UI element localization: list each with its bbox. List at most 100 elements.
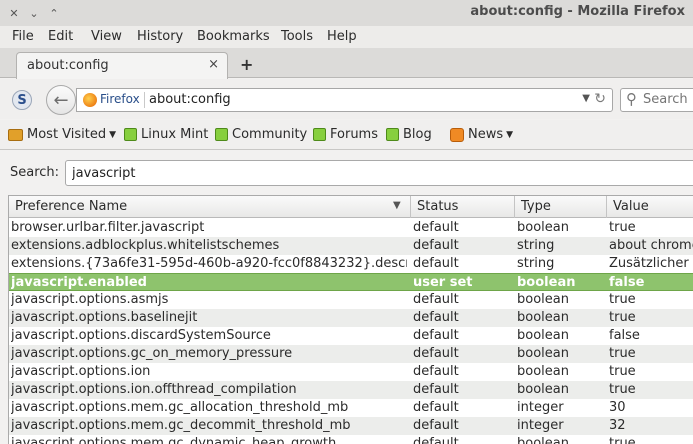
column-value[interactable]: Value: [607, 196, 693, 218]
menu-tools[interactable]: Tools: [281, 29, 313, 44]
mint-icon: [124, 128, 137, 141]
table-row[interactable]: javascript.options.asmjs default boolean tr…: [9, 291, 693, 309]
window-title: about:config - Mozilla Firefox: [470, 4, 685, 19]
bookmark-label: Community: [232, 127, 308, 142]
bookmark-linux-mint[interactable]: Linux Mint: [124, 127, 208, 142]
filter-label: Search:: [10, 165, 60, 180]
column-type[interactable]: Type: [515, 196, 607, 218]
about-config-page: Search: Preference Name ▼ Status Type Va…: [0, 151, 693, 444]
table-row[interactable]: javascript.options.ion default boolean true: [9, 363, 693, 381]
mint-icon: [313, 128, 326, 141]
cell-name: javascript.options.asmjs: [11, 292, 169, 307]
bookmarks-toolbar: Most Visited ▼ Linux Mint Community Foru…: [0, 120, 693, 150]
navigation-bar: S Firefox about:config ▼ ↻ ← ⚲: [0, 79, 693, 119]
table-row[interactable]: extensions.adblockplus.whitelistschemes d…: [9, 237, 693, 255]
cell-value: true: [609, 436, 636, 444]
column-preference-name[interactable]: Preference Name: [9, 196, 411, 218]
sync-icon[interactable]: S: [12, 90, 32, 110]
table-row[interactable]: javascript.options.mem.gc_allocation_thr…: [9, 399, 693, 417]
new-tab-button[interactable]: +: [240, 55, 253, 74]
cell-value: 32: [609, 418, 626, 433]
cell-name: browser.urlbar.filter.javascript: [11, 220, 205, 235]
cell-name: javascript.options.mem.gc_dynamic_heap_g…: [11, 436, 337, 444]
bookmark-label: Blog: [403, 127, 432, 142]
menu-history[interactable]: History: [137, 29, 183, 44]
menu-help[interactable]: Help: [327, 29, 357, 44]
cell-name: javascript.options.baselinejit: [11, 310, 198, 325]
cell-status: default: [413, 238, 459, 253]
cell-type: boolean: [517, 275, 576, 290]
url-text[interactable]: about:config: [149, 92, 231, 107]
tab-about-config[interactable]: about:config ×: [16, 52, 228, 79]
filter-input[interactable]: [65, 160, 693, 186]
menu-bar: File Edit View History Bookmarks Tools H…: [0, 26, 693, 48]
table-row[interactable]: javascript.options.baselinejit default boo…: [9, 309, 693, 327]
cell-name: extensions.{73a6fe31-595d-460b-a920-fcc0…: [11, 256, 407, 271]
cell-name: extensions.adblockplus.whitelistschemes: [11, 238, 280, 253]
cell-value: true: [609, 382, 636, 397]
chevron-down-icon: ▼: [109, 129, 117, 140]
identity-label[interactable]: Firefox: [100, 92, 140, 106]
cell-value: Zusätzlicher S: [609, 256, 693, 271]
web-search-box[interactable]: ⚲: [620, 88, 693, 112]
cell-type: boolean: [517, 220, 569, 235]
cell-name: javascript.options.discardSystemSource: [11, 328, 271, 343]
cell-value: true: [609, 364, 636, 379]
bookmark-forums[interactable]: Forums: [313, 127, 378, 142]
cell-status: default: [413, 256, 459, 271]
cell-status: default: [413, 220, 459, 235]
table-row[interactable]: javascript.enabled user set boolean false: [9, 273, 693, 291]
sort-icon[interactable]: ▼: [393, 200, 401, 211]
cell-name: javascript.options.ion.offthread_compila…: [11, 382, 297, 397]
cell-status: default: [413, 436, 459, 444]
back-button[interactable]: ←: [46, 85, 76, 115]
table-row[interactable]: javascript.options.mem.gc_decommit_thres…: [9, 417, 693, 435]
bookmark-label: Forums: [330, 127, 378, 142]
cell-value: false: [609, 275, 645, 290]
tab-strip: about:config ×: [0, 48, 693, 79]
bookmark-blog[interactable]: Blog: [386, 127, 432, 142]
cell-status: default: [413, 382, 459, 397]
url-dropdown-icon[interactable]: ▼: [582, 93, 590, 104]
cell-name: javascript.enabled: [11, 275, 147, 290]
tab-close-icon[interactable]: ×: [208, 57, 219, 72]
reload-icon[interactable]: ↻: [594, 91, 606, 107]
search-icon: ⚲: [626, 90, 637, 108]
bookmark-most-visited[interactable]: Most Visited ▼: [8, 127, 116, 142]
bookmark-community[interactable]: Community: [215, 127, 307, 142]
table-row[interactable]: extensions.{73a6fe31-595d-460b-a920-fcc0…: [9, 255, 693, 273]
cell-value: true: [609, 310, 636, 325]
cell-type: string: [517, 256, 555, 271]
bookmark-news[interactable]: News ▼: [450, 127, 513, 142]
table-row[interactable]: javascript.options.mem.gc_dynamic_heap_g…: [9, 435, 693, 444]
cell-status: user set: [413, 275, 473, 290]
cell-name: javascript.options.gc_on_memory_pressure: [11, 346, 293, 361]
cell-value: about chrome: [609, 238, 693, 253]
cell-type: boolean: [517, 310, 569, 325]
cell-value: false: [609, 328, 640, 343]
url-separator: [144, 92, 145, 108]
cell-status: default: [413, 328, 459, 343]
url-bar[interactable]: Firefox about:config ▼ ↻: [76, 88, 613, 112]
title-bar: ✕ ⌄ ⌃ about:config - Mozilla Firefox: [0, 0, 693, 26]
tab-label: about:config: [27, 58, 109, 73]
menu-file[interactable]: File: [12, 29, 34, 44]
table-row[interactable]: browser.urlbar.filter.javascript default b…: [9, 219, 693, 237]
cell-status: default: [413, 310, 459, 325]
column-status[interactable]: Status: [411, 196, 515, 218]
menu-bookmarks[interactable]: Bookmarks: [197, 29, 270, 44]
cell-value: true: [609, 346, 636, 361]
menu-view[interactable]: View: [91, 29, 122, 44]
bookmark-label: Linux Mint: [141, 127, 209, 142]
cell-status: default: [413, 418, 459, 433]
cell-type: boolean: [517, 436, 569, 444]
cell-type: string: [517, 238, 555, 253]
table-row[interactable]: javascript.options.gc_on_memory_pressure…: [9, 345, 693, 363]
preferences-table: Preference Name ▼ Status Type Value brow…: [8, 195, 693, 444]
cell-name: javascript.options.mem.gc_allocation_thr…: [11, 400, 349, 415]
web-search-input[interactable]: [643, 92, 693, 107]
cell-status: default: [413, 346, 459, 361]
menu-edit[interactable]: Edit: [48, 29, 73, 44]
table-row[interactable]: javascript.options.discardSystemSource de…: [9, 327, 693, 345]
table-row[interactable]: javascript.options.ion.offthread_compila…: [9, 381, 693, 399]
